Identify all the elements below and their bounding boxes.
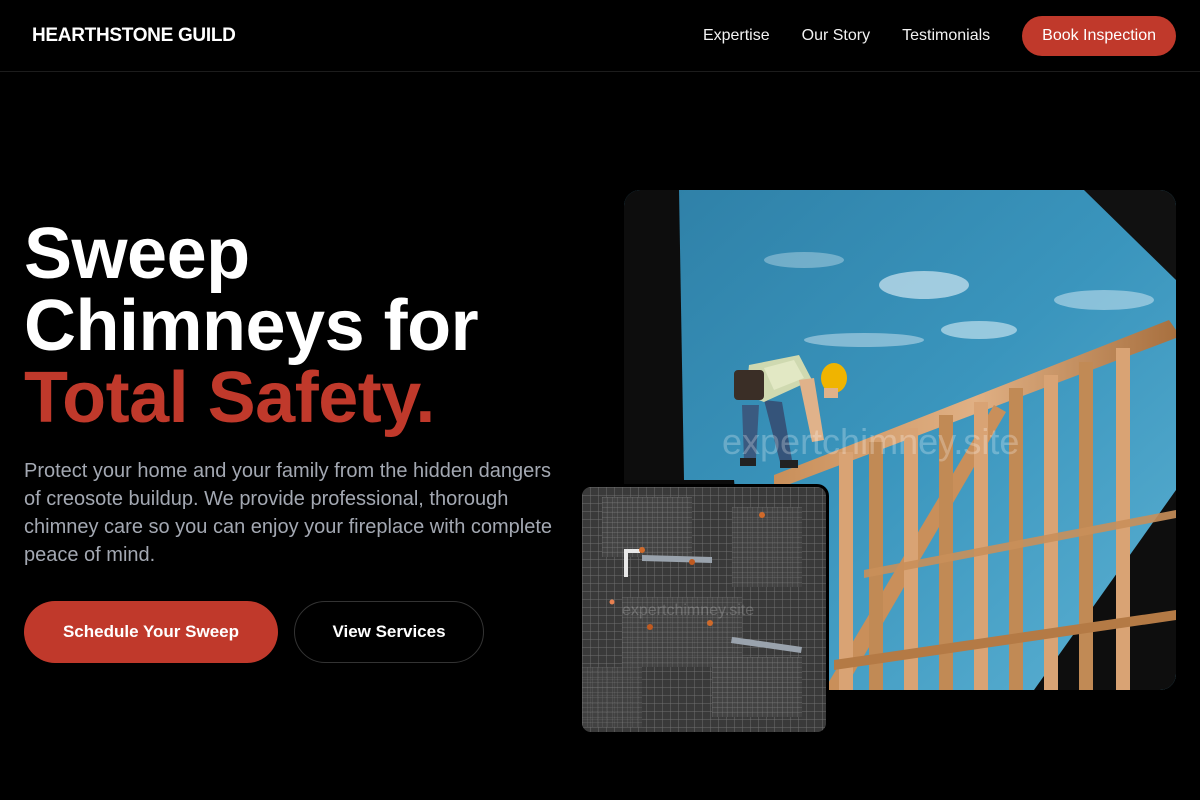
- nav-link-testimonials[interactable]: Testimonials: [902, 27, 990, 45]
- brand-logo[interactable]: HEARTHSTONE GUILD: [32, 25, 236, 47]
- main-nav: Expertise Our Story Testimonials Book In…: [671, 15, 1176, 56]
- aerial-rebar-grid-photo: expertchimney.site: [579, 484, 829, 735]
- book-inspection-button[interactable]: Book Inspection: [1022, 15, 1176, 56]
- schedule-sweep-button[interactable]: Schedule Your Sweep: [24, 601, 278, 663]
- hero-title-line-2: Chimneys for: [24, 286, 479, 366]
- hero-title-line-1: Sweep: [24, 214, 250, 294]
- hero-title-accent: Total Safety.: [24, 358, 435, 438]
- inset-photo-watermark: expertchimney.site: [622, 602, 754, 619]
- nav-link-our-story[interactable]: Our Story: [802, 27, 870, 45]
- site-header: HEARTHSTONE GUILD Expertise Our Story Te…: [0, 0, 1200, 72]
- view-services-button[interactable]: View Services: [294, 601, 484, 663]
- nav-link-expertise[interactable]: Expertise: [703, 27, 770, 45]
- hero-description: Protect your home and your family from t…: [24, 460, 553, 566]
- main-photo-watermark: expertchimney.site: [722, 421, 1019, 462]
- hero-title: Sweep Chimneys for Total Safety.: [24, 218, 584, 434]
